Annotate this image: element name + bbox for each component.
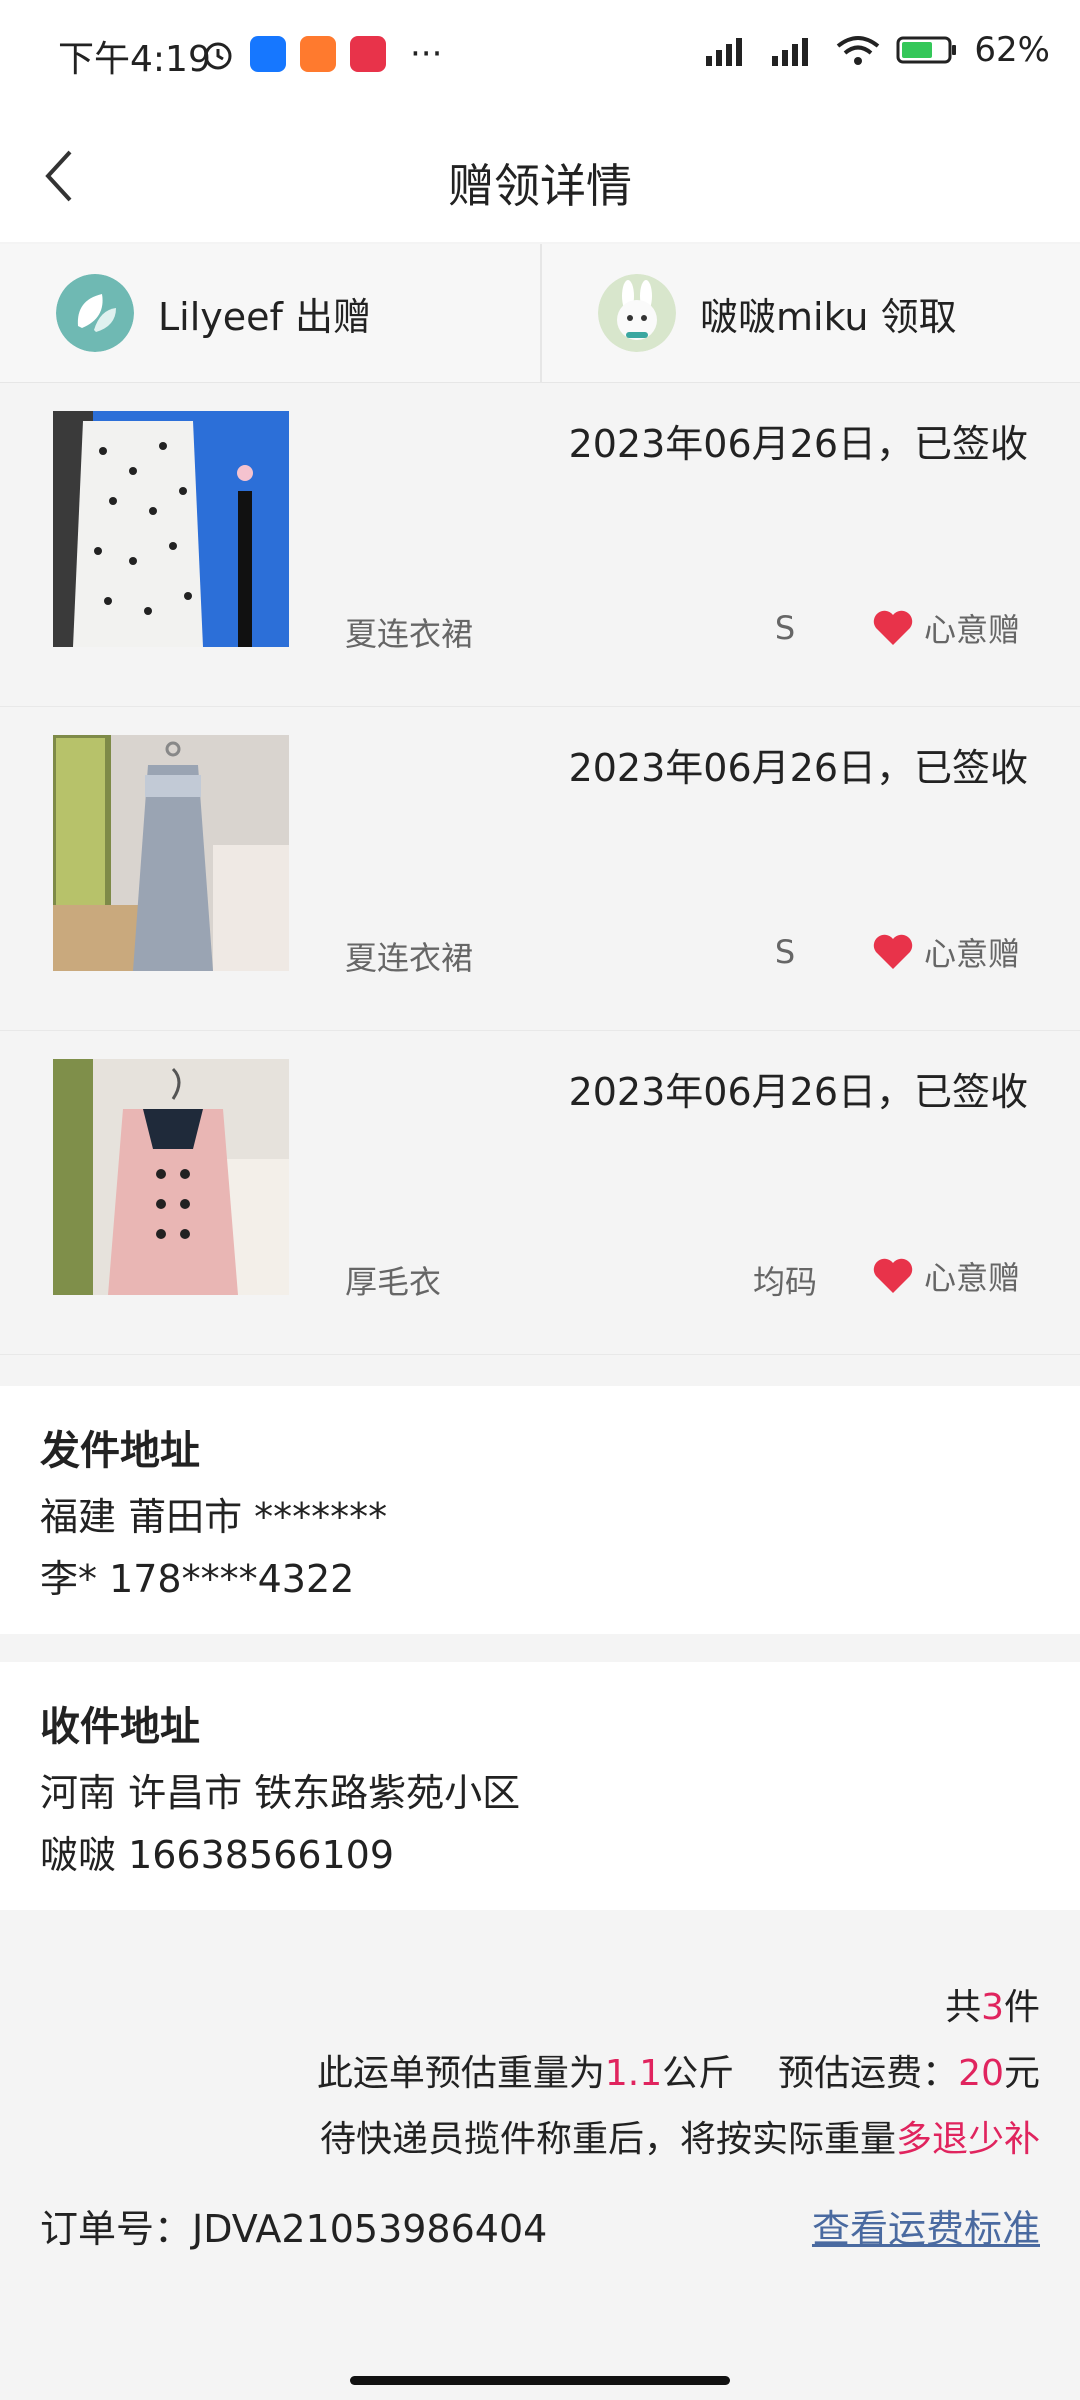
nav-bar: 赠领详情 (0, 110, 1080, 242)
item-name: 厚毛衣 (345, 1263, 442, 1301)
receiver-contact-line: 啵啵 16638566109 (40, 1833, 395, 1877)
signal-icon (706, 38, 743, 66)
weighing-notice: 待快递员揽件称重后，将按实际重量多退少补 (320, 2110, 1040, 2162)
item-photo (53, 735, 289, 971)
alipay-icon (250, 36, 286, 72)
item-size: 均码 (752, 1263, 817, 1301)
item-tag-label: 心意赠 (924, 935, 1021, 973)
item-tag-label: 心意赠 (924, 611, 1021, 649)
weight-prefix: 此运单预估重量为 (316, 2053, 605, 2094)
item-name: 夏连衣裙 (345, 939, 474, 977)
sender-address-section: 发件地址 福建 莆田市 ******* 李* 178****4322 (0, 1386, 1080, 1634)
count-prefix: 共 (945, 1987, 982, 2028)
item-photo (53, 411, 289, 647)
item-date-status: 2023年06月26日，已签收 (568, 746, 1028, 790)
shipping-summary: 共3件 此运单预估重量为1.1公斤 预估运费：20元 待快递员揽件称重后，将按实际… (0, 1910, 1080, 2320)
count-value: 3 (981, 1987, 1004, 2028)
item-tag: 心意赠 (872, 1253, 1020, 1299)
receiver-profile[interactable]: 啵啵miku 领取 (598, 244, 957, 382)
weight-unit: 公斤 (662, 2053, 735, 2094)
receiver-address-title: 收件地址 (40, 1704, 200, 1750)
fee-value: 20 (958, 2053, 1004, 2094)
alarm-icon (204, 42, 232, 70)
notice-prefix: 待快递员揽件称重后，将按实际重量 (319, 2119, 896, 2160)
status-time: 下午4:19 (58, 39, 211, 80)
count-suffix: 件 (1003, 1987, 1040, 2028)
fee-standard-link[interactable]: 查看运费标准 (812, 2198, 1040, 2253)
item-size: S (774, 609, 796, 647)
fee-prefix: 预估运费： (778, 2053, 959, 2094)
receiver-address-section: 收件地址 河南 许昌市 铁东路紫苑小区 啵啵 16638566109 (0, 1662, 1080, 1910)
giver-label: Lilyeef 出赠 (158, 294, 371, 339)
more-notifications-icon: ··· (410, 34, 443, 74)
item-tag: 心意赠 (872, 929, 1020, 975)
battery-icon (896, 36, 957, 64)
gift-item[interactable]: 2023年06月26日，已签收 夏连衣裙 S 心意赠 (0, 383, 1080, 707)
order-number: 订单号：JDVA21053986404 (40, 2207, 548, 2251)
status-bar: 下午4:19 ··· 62% (0, 0, 1080, 110)
item-photo (53, 1059, 289, 1295)
participants-divider (540, 244, 542, 382)
receiver-avatar (598, 274, 676, 352)
signal-icon-2 (772, 38, 809, 66)
gift-item[interactable]: 2023年06月26日，已签收 厚毛衣 均码 心意赠 (0, 1031, 1080, 1355)
wifi-icon (837, 36, 880, 65)
receiver-label: 啵啵miku 领取 (700, 294, 957, 339)
battery-percent: 62% (974, 30, 1050, 70)
participants-bar: Lilyeef 出赠 啵啵miku 领取 (0, 244, 1080, 383)
item-date-status: 2023年06月26日，已签收 (568, 1070, 1028, 1114)
item-name: 夏连衣裙 (345, 615, 474, 653)
page-title: 赠领详情 (448, 159, 632, 213)
giver-avatar (56, 274, 134, 352)
item-tag-label: 心意赠 (924, 1259, 1021, 1297)
sender-contact-line: 李* 178****4322 (40, 1557, 355, 1601)
weight-fee-row: 此运单预估重量为1.1公斤 预估运费：20元 (317, 2044, 1040, 2096)
item-tag: 心意赠 (872, 605, 1020, 651)
sender-address-line: 福建 莆田市 ******* (40, 1495, 388, 1539)
receiver-address-line: 河南 许昌市 铁东路紫苑小区 (40, 1771, 521, 1815)
shop-app-icon (350, 36, 386, 72)
status-app-icons: ··· (200, 34, 442, 74)
heart-icon (873, 934, 913, 969)
item-size: S (774, 933, 796, 971)
item-date-status: 2023年06月26日，已签收 (568, 422, 1028, 466)
taobao-icon (300, 36, 336, 72)
sender-address-title: 发件地址 (40, 1428, 200, 1474)
heart-icon (873, 610, 913, 645)
weight-value: 1.1 (604, 2053, 663, 2094)
notice-highlight: 多退少补 (895, 2119, 1040, 2160)
home-indicator[interactable] (350, 2376, 730, 2385)
fee-unit: 元 (1003, 2053, 1040, 2094)
heart-icon (873, 1258, 913, 1293)
item-count: 共3件 (945, 1978, 1040, 2030)
giver-profile[interactable]: Lilyeef 出赠 (56, 244, 371, 382)
status-right: 62% (704, 30, 1050, 70)
gift-item[interactable]: 2023年06月26日，已签收 夏连衣裙 S 心意赠 (0, 707, 1080, 1031)
